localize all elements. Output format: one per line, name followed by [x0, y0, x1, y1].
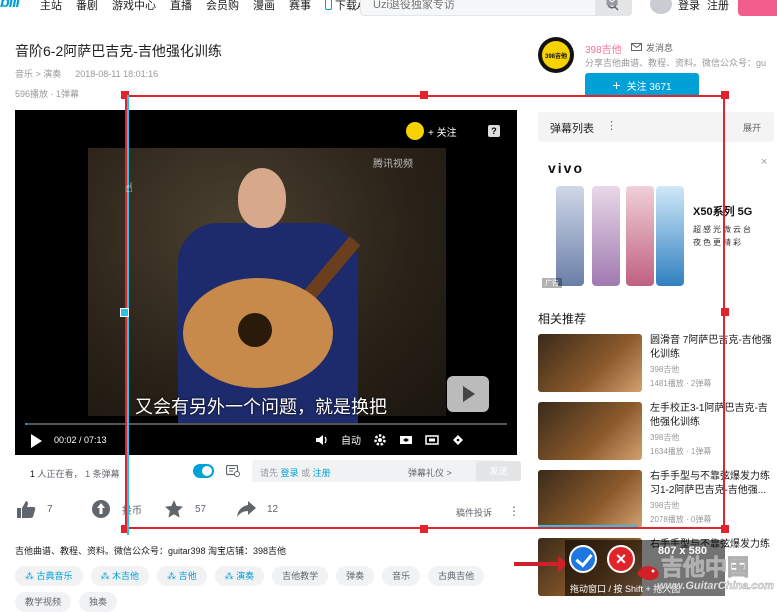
uploader-logo-text: 398吉他	[544, 54, 567, 60]
time-display: 00:02 / 07:13	[54, 435, 107, 445]
watching-text: 人正在看，	[37, 469, 83, 479]
confirm-capture-button[interactable]	[569, 545, 597, 573]
category-breadcrumb[interactable]: 音乐 > 演奏	[15, 69, 61, 79]
tag-list-row-2: 教学视频 独奏	[15, 592, 118, 612]
tag-item[interactable]: 古典吉他	[428, 566, 485, 586]
hand-cursor-icon: ☝	[125, 180, 133, 195]
nav-item-main[interactable]: 主站	[40, 0, 62, 13]
tag-icon: ⁂	[167, 571, 179, 581]
nav-item-game-center[interactable]: 游戏中心	[112, 0, 156, 13]
resize-handle[interactable]	[721, 525, 729, 533]
tag-item[interactable]: 弹奏	[336, 566, 375, 586]
upload-button[interactable]	[738, 0, 777, 16]
tag-item[interactable]: 音乐	[382, 566, 421, 586]
viewer-count: 1 人正在看， 1 条弹幕	[30, 467, 120, 480]
login-link[interactable]: 登录	[678, 0, 700, 13]
tag-item[interactable]: ⁂ 木吉他	[90, 566, 150, 586]
progress-fill	[25, 423, 28, 425]
expand-button[interactable]: 展开	[743, 121, 761, 134]
user-avatar[interactable]	[650, 0, 672, 14]
tag-item[interactable]: ⁂ 古典音乐	[15, 566, 83, 586]
play-icon[interactable]	[31, 434, 42, 448]
uploader-avatar[interactable]: 398吉他	[538, 37, 574, 73]
search-box	[360, 0, 632, 16]
tag-label: 古典音乐	[36, 571, 73, 581]
phone-icon	[325, 0, 332, 10]
video-title: 音阶6-2阿萨巴吉克-吉他强化训练	[15, 43, 222, 59]
send-message-link[interactable]: 发消息	[646, 41, 673, 54]
watermark-url: www.GuitarChina.com	[657, 580, 774, 592]
register-link[interactable]: 注册	[707, 0, 729, 13]
main-nav: 主站 番剧 游戏中心 直播 会员购 漫画 赛事 下载APP	[40, 0, 379, 13]
nav-item-shop[interactable]: 会员购	[206, 0, 239, 13]
search-input[interactable]	[361, 0, 591, 15]
tag-list: ⁂ 古典音乐 ⁂ 木吉他 ⁂ 吉他 ⁂ 演奏 吉他教学 弹奏 音乐 古典吉他	[15, 566, 495, 586]
tag-label: 木吉他	[112, 571, 140, 581]
resize-handle[interactable]	[721, 91, 729, 99]
video-meta: 音乐 > 演奏 2018-08-11 18:01:16	[15, 67, 158, 80]
resize-handle[interactable]	[721, 308, 729, 316]
tag-icon: ⁂	[25, 571, 37, 581]
tag-item[interactable]: 吉他教学	[272, 566, 329, 586]
tag-label: 演奏	[236, 571, 255, 581]
nav-item-esports[interactable]: 赛事	[289, 0, 311, 13]
red-arrow-icon	[514, 556, 568, 572]
coin-icon	[92, 500, 110, 518]
guide-handle[interactable]	[120, 308, 129, 317]
uploader-name[interactable]: 398吉他	[585, 41, 622, 56]
tag-label: 吉他	[178, 571, 197, 581]
tag-icon: ⁂	[100, 571, 113, 581]
nav-item-manga[interactable]: 漫画	[253, 0, 275, 13]
mail-icon[interactable]	[606, 0, 618, 6]
publish-date: 2018-08-11 18:01:16	[75, 69, 159, 79]
top-nav: bili 主站 番剧 游戏中心 直播 会员购 漫画 赛事 下载APP 登录 注册	[0, 0, 777, 16]
bilibili-logo[interactable]: bili	[0, 0, 20, 12]
thumbs-up-icon	[17, 501, 36, 518]
danmaku-count: 1 条弹幕	[85, 469, 120, 479]
message-icon[interactable]	[631, 43, 642, 51]
site-watermark: 吉他中国 www.GuitarChina.com	[633, 550, 777, 598]
capture-selection-rect[interactable]	[125, 95, 725, 529]
watching-count: 1	[30, 469, 36, 479]
tag-item[interactable]: 独奏	[79, 592, 118, 612]
nav-item-bangumi[interactable]: 番剧	[76, 0, 98, 13]
plus-icon: +	[612, 77, 621, 93]
cancel-capture-button[interactable]: ×	[607, 545, 635, 573]
tag-item[interactable]: ⁂ 演奏	[214, 566, 265, 586]
watermark-title: 吉他中国	[660, 556, 750, 582]
video-stats: 596播放 · 1弹幕	[15, 89, 80, 99]
tag-item[interactable]: ⁂ 吉他	[157, 566, 207, 586]
nav-item-live[interactable]: 直播	[170, 0, 192, 13]
follow-button[interactable]: + 关注 3671	[585, 73, 699, 97]
follow-label: 关注 3671	[626, 81, 672, 93]
guide-line-horizontal	[538, 525, 638, 527]
like-count: 7	[47, 503, 53, 515]
resize-handle[interactable]	[420, 91, 428, 99]
video-description: 吉他曲谱、教程、资料。微信公众号：guitar398 淘宝店铺：398吉他	[15, 546, 287, 556]
uploader-description: 分享吉他曲谱、教程、资料。微信公众号：gu	[585, 58, 767, 68]
tag-icon: ⁂	[224, 571, 237, 581]
resize-handle[interactable]	[420, 525, 428, 533]
close-icon[interactable]: ×	[761, 156, 767, 168]
tag-item[interactable]: 教学视频	[15, 592, 72, 612]
like-button[interactable]: 7	[15, 498, 53, 520]
